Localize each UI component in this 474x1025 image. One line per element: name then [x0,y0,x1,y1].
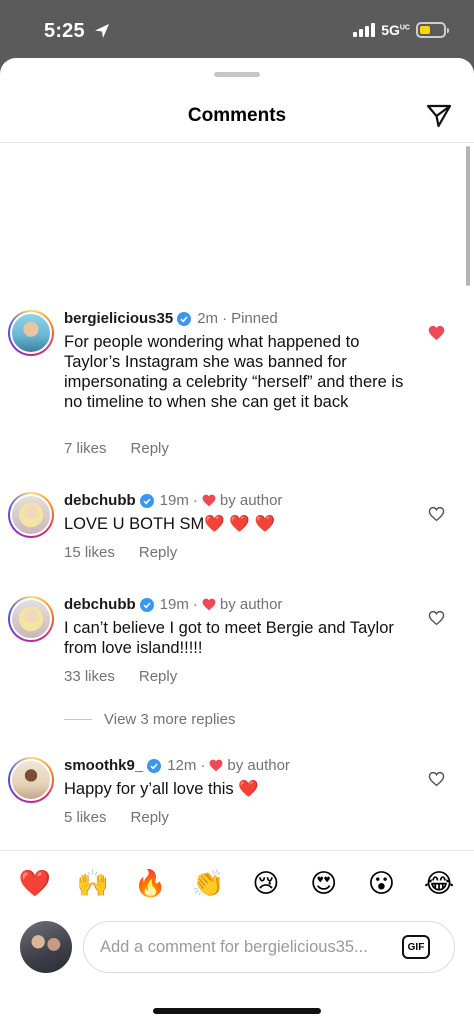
avatar[interactable] [8,596,54,642]
replies-divider-line [64,719,92,720]
comment-actions: 33 likes Reply [64,668,177,685]
avatar[interactable] [8,492,54,538]
home-indicator [153,1008,321,1014]
comment-time: 2m [197,310,219,327]
author-heart-icon [209,759,223,772]
emoji-laughing-button[interactable]: 😂 [419,866,459,902]
comment-item: smoothk9_ 12m · by author Happy for y’al… [0,757,474,837]
reply-button[interactable]: Reply [131,440,169,457]
status-indicators: 5GUC [353,22,449,38]
comment-actions: 7 likes Reply [64,440,169,457]
avatar[interactable] [8,757,54,803]
separator-dot: · [192,596,198,613]
comment-header: debchubb 19m · by author [64,596,282,613]
pinned-label: Pinned [231,310,278,327]
separator-dot: · [200,757,206,774]
comment-text: Happy for y’all love this ❤️ [64,780,259,798]
comment-input[interactable] [100,922,390,972]
comment-actions: 15 likes Reply [64,544,177,561]
likes-count[interactable]: 7 likes [64,440,107,457]
emoji-quick-bar: ❤️ 🙌 🔥 👏 😢 😍 😮 😂 [0,866,474,902]
comment-time: 12m [167,757,197,774]
location-arrow-icon [95,24,109,38]
comment-header: debchubb 19m · by author [64,492,282,509]
reply-button[interactable]: Reply [139,544,177,561]
comment-text: I can’t believe I got to meet Bergie and… [64,619,394,657]
heart-filled-icon[interactable] [428,325,445,341]
reply-button[interactable]: Reply [131,809,169,826]
comment-username[interactable]: smoothk9_ [64,757,143,774]
status-time: 5:25 [44,20,85,42]
emoji-heart-button[interactable]: ❤️ [15,866,55,902]
verified-badge-icon [177,311,192,326]
verified-badge-icon [139,597,154,612]
comment-time: 19m [159,492,189,509]
separator-dot: · [192,492,198,509]
by-author-label: by author [219,492,283,509]
scrollbar[interactable] [466,146,470,286]
comment-text: LOVE U BOTH SM❤️ ❤️ ❤️ [64,515,276,533]
comment-header: smoothk9_ 12m · by author [64,757,290,774]
page-title: Comments [187,105,287,126]
emoji-fire-button[interactable]: 🔥 [130,866,170,902]
comment-actions: 5 likes Reply [64,809,169,826]
emoji-clapping-button[interactable]: 👏 [188,866,228,902]
avatar[interactable] [8,310,54,356]
comment-composer[interactable]: GIF [83,921,455,973]
separator-dot: · [222,310,228,327]
gif-button[interactable]: GIF [402,935,430,959]
author-heart-icon [202,494,216,507]
emoji-raising-hands-button[interactable]: 🙌 [73,866,113,902]
emoji-crying-button[interactable]: 😢 [246,866,286,902]
share-send-icon[interactable] [425,102,453,130]
comment-item: debchubb 19m · by author I can’t believe… [0,596,474,696]
heart-outline-icon[interactable] [428,610,445,626]
comment-time: 19m [159,596,189,613]
network-label: 5GUC [381,22,410,38]
composer-divider [0,850,474,851]
comment-item: debchubb 19m · by author LOVE U BOTH SM❤… [0,492,474,572]
status-bar: 5:25 5GUC [0,0,474,60]
author-heart-icon [202,598,216,611]
likes-count[interactable]: 33 likes [64,668,115,685]
signal-icon [353,23,376,37]
sheet-grabber[interactable] [214,72,260,77]
user-avatar[interactable] [20,921,72,973]
view-more-replies[interactable]: View 3 more replies [64,711,235,728]
battery-icon [416,22,449,38]
header-divider [0,142,474,143]
reply-button[interactable]: Reply [139,668,177,685]
verified-badge-icon [139,493,154,508]
likes-count[interactable]: 15 likes [64,544,115,561]
likes-count[interactable]: 5 likes [64,809,107,826]
heart-outline-icon[interactable] [428,506,445,522]
comment-item: bergielicious35 2m · Pinned For people w… [0,310,474,460]
comment-header: bergielicious35 2m · Pinned [64,310,278,327]
by-author-label: by author [227,757,290,774]
verified-badge-icon [147,758,162,773]
comment-username[interactable]: debchubb [64,596,136,613]
heart-outline-icon[interactable] [428,771,445,787]
comment-username[interactable]: bergielicious35 [64,310,173,327]
comment-text: For people wondering what happened to Ta… [64,333,404,411]
emoji-heart-eyes-button[interactable]: 😍 [304,866,344,902]
comment-username[interactable]: debchubb [64,492,136,509]
by-author-label: by author [219,596,283,613]
emoji-surprised-button[interactable]: 😮 [361,866,401,902]
view-replies-label: View 3 more replies [104,711,236,728]
